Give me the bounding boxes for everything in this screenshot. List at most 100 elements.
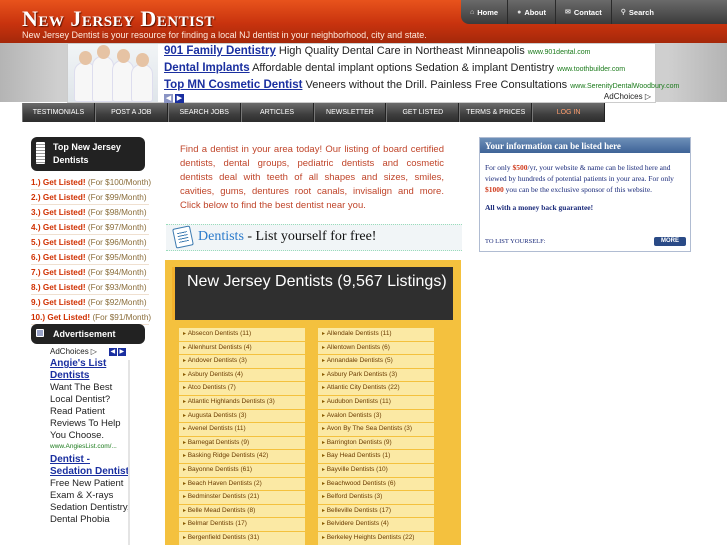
city-dentists-link[interactable]: Belmar Dentists (17) [179, 518, 305, 531]
banner-ad-text: Affordable dental implant options Sedati… [252, 62, 554, 74]
city-dentists-link[interactable]: Atco Dentists (7) [179, 382, 305, 395]
get-listed-offer[interactable]: 9.) Get Listed! (For $92/Month) [31, 295, 149, 310]
listings-row: Bedminster Dentists (21) Belford Dentists… [179, 491, 449, 504]
city-dentists-link[interactable]: Absecon Dentists (11) [179, 328, 305, 341]
top-nav-label: Home [477, 7, 499, 17]
city-dentists-link[interactable]: Belford Dentists (3) [318, 491, 434, 504]
city-dentists-link[interactable]: Avenel Dentists (11) [179, 423, 305, 436]
top-nav-search[interactable]: ⚲ Search [612, 0, 663, 24]
adchoices-link[interactable]: AdChoices ▷ [604, 92, 651, 101]
site-header: New Jersey Dentist New Jersey Dentist is… [0, 0, 727, 43]
banner-ad-url[interactable]: www.SerenityDentalWoodbury.com [570, 83, 679, 90]
listings-row: Allenhurst Dentists (4) Allentown Dentist… [179, 341, 449, 355]
listings-row: Beach Haven Dentists (2) Beachwood Dentis… [179, 477, 449, 491]
city-dentists-link[interactable]: Annandale Dentists (5) [318, 355, 434, 368]
city-dentists-link[interactable]: Belvidere Dentists (4) [318, 518, 434, 531]
sidebar-ad-url[interactable]: www.AngiesList.com/... [50, 442, 130, 452]
nav-newsletter[interactable]: NEWSLETTER [313, 103, 387, 122]
listings-row: Asbury Dentists (4) Asbury Park Dentists … [179, 368, 449, 382]
city-dentists-link[interactable]: Asbury Park Dentists (3) [318, 368, 434, 382]
get-listed-offer[interactable]: 6.) Get Listed! (For $95/Month) [31, 250, 149, 265]
city-dentists-link[interactable]: Berkeley Heights Dentists (22) [318, 531, 434, 545]
city-dentists-link[interactable]: Barrington Dentists (9) [318, 436, 434, 450]
house-icon: ⌂ [470, 8, 475, 16]
city-dentists-link[interactable]: Avon By The Sea Dentists (3) [318, 423, 434, 436]
sidebar-ad-title[interactable]: Angie's List Dentists [50, 358, 130, 382]
city-dentists-link[interactable]: Basking Ridge Dentists (42) [179, 450, 305, 463]
banner-ad[interactable]: 901 Family Dentistry High Quality Dental… [164, 45, 590, 57]
city-dentists-link[interactable]: Allenhurst Dentists (4) [179, 341, 305, 355]
prev-arrow-icon[interactable]: ◀ [164, 94, 173, 103]
city-dentists-link[interactable]: Bay Head Dentists (1) [318, 450, 434, 463]
doctors-photo[interactable] [68, 44, 158, 102]
list-yourself-free-label: Dentists - List yourself for free! [198, 229, 376, 245]
city-dentists-link[interactable]: Allendale Dentists (11) [318, 328, 434, 341]
site-title[interactable]: New Jersey Dentist [22, 6, 215, 32]
listings-row: Atco Dentists (7) Atlantic City Dentists … [179, 382, 449, 395]
city-dentists-link[interactable]: Beach Haven Dentists (2) [179, 477, 305, 491]
more-button[interactable]: MORE [654, 237, 686, 246]
banner-ad[interactable]: Dental Implants Affordable dental implan… [164, 62, 625, 74]
get-listed-offer[interactable]: 2.) Get Listed! (For $99/Month) [31, 190, 149, 205]
top-dentists-header: Top New Jersey Dentists [31, 137, 145, 171]
nav-terms-prices[interactable]: TERMS & PRICES [459, 103, 533, 122]
city-dentists-link[interactable]: Bergenfield Dentists (31) [179, 531, 305, 545]
city-dentists-link[interactable]: Bayonne Dentists (61) [179, 463, 305, 477]
get-listed-offer[interactable]: 8.) Get Listed! (For $93/Month) [31, 280, 149, 295]
city-dentists-link[interactable]: Bayville Dentists (10) [318, 463, 434, 477]
city-dentists-link[interactable]: Andover Dentists (3) [179, 355, 305, 368]
city-dentists-link[interactable]: Belleville Dentists (17) [318, 504, 434, 518]
listings-row: Bergenfield Dentists (31) Berkeley Height… [179, 531, 449, 545]
top-nav-about[interactable]: ● About [508, 0, 556, 24]
banner-ad-title[interactable]: 901 Family Dentistry [164, 45, 276, 57]
city-dentists-link[interactable]: Barnegat Dentists (9) [179, 436, 305, 450]
banner-ad-title[interactable]: Top MN Cosmetic Dentist [164, 79, 302, 91]
search-icon: ⚲ [620, 9, 626, 16]
city-dentists-link[interactable]: Atlantic City Dentists (22) [318, 382, 434, 395]
city-dentists-link[interactable]: Allentown Dentists (6) [318, 341, 434, 355]
top-nav-home[interactable]: ⌂ Home [461, 0, 509, 24]
list-yourself-free-bar[interactable]: Dentists - List yourself for free! [166, 224, 462, 251]
next-arrow-icon[interactable]: ▶ [175, 94, 184, 103]
city-dentists-link[interactable]: Asbury Dentists (4) [179, 368, 305, 382]
adchoices-label: AdChoices [50, 347, 89, 356]
banner-ad-title[interactable]: Dental Implants [164, 62, 250, 74]
get-listed-offer[interactable]: 10.) Get Listed! (For $91/Month) [31, 310, 151, 325]
nav-search-jobs[interactable]: SEARCH JOBS [167, 103, 241, 122]
money-back-guarantee: All with a money back guarantee! [485, 203, 594, 212]
get-listed-offer[interactable]: 4.) Get Listed! (For $97/Month) [31, 220, 149, 235]
offer-price: (For $97/Month) [87, 223, 147, 232]
nav-articles[interactable]: ARTICLES [240, 103, 314, 122]
sponsor-text: For only [485, 163, 513, 172]
banner-ad[interactable]: Top MN Cosmetic Dentist Veneers without … [164, 79, 679, 91]
list-free-keyword[interactable]: Dentists [198, 229, 244, 244]
nav-post-a-job[interactable]: POST A JOB [94, 103, 168, 122]
get-listed-offer[interactable]: 7.) Get Listed! (For $94/Month) [31, 265, 149, 280]
city-dentists-link[interactable]: Audubon Dentists (11) [318, 395, 434, 409]
city-dentists-link[interactable]: Avalon Dentists (3) [318, 409, 434, 423]
adchoices-link[interactable]: AdChoices ▷ ◀ ▶ [50, 347, 130, 356]
get-listed-offer[interactable]: 5.) Get Listed! (For $96/Month) [31, 235, 149, 250]
city-dentists-link[interactable]: Augusta Dentists (3) [179, 409, 305, 423]
offer-price: (For $92/Month) [87, 298, 147, 307]
nav-log-in[interactable]: LOG IN [532, 103, 605, 122]
sidebar-ad-title[interactable]: Dentist -Sedation Dentist [50, 454, 130, 478]
get-listed-offer[interactable]: 1.) Get Listed! (For $100/Month) [31, 175, 151, 190]
city-dentists-link[interactable]: Beachwood Dentists (6) [318, 477, 434, 491]
offer-price: (For $96/Month) [87, 238, 147, 247]
banner-ad-url[interactable]: www.toothbuilder.com [557, 66, 625, 73]
city-dentists-link[interactable]: Belle Mead Dentists (8) [179, 504, 305, 518]
prev-arrow-icon[interactable]: ◀ [108, 347, 117, 356]
sponsor-info-body: For only $500/yr, your website & name ca… [480, 153, 690, 213]
get-listed-offer[interactable]: 3.) Get Listed! (For $98/Month) [31, 205, 149, 220]
banner-ad-url[interactable]: www.901dental.com [528, 49, 591, 56]
top-nav-contact[interactable]: ✉ Contact [556, 0, 612, 24]
adchoices-icon: ▷ [644, 92, 651, 101]
next-arrow-icon[interactable]: ▶ [117, 347, 126, 356]
nav-testimonials[interactable]: TESTIMONIALS [22, 103, 95, 122]
nav-get-listed[interactable]: GET LISTED [386, 103, 460, 122]
sidebar-ad-scrollbar[interactable] [128, 360, 130, 545]
city-dentists-link[interactable]: Atlantic Highlands Dentists (3) [179, 395, 305, 409]
top-nav-label: About [524, 7, 546, 17]
city-dentists-link[interactable]: Bedminster Dentists (21) [179, 491, 305, 504]
